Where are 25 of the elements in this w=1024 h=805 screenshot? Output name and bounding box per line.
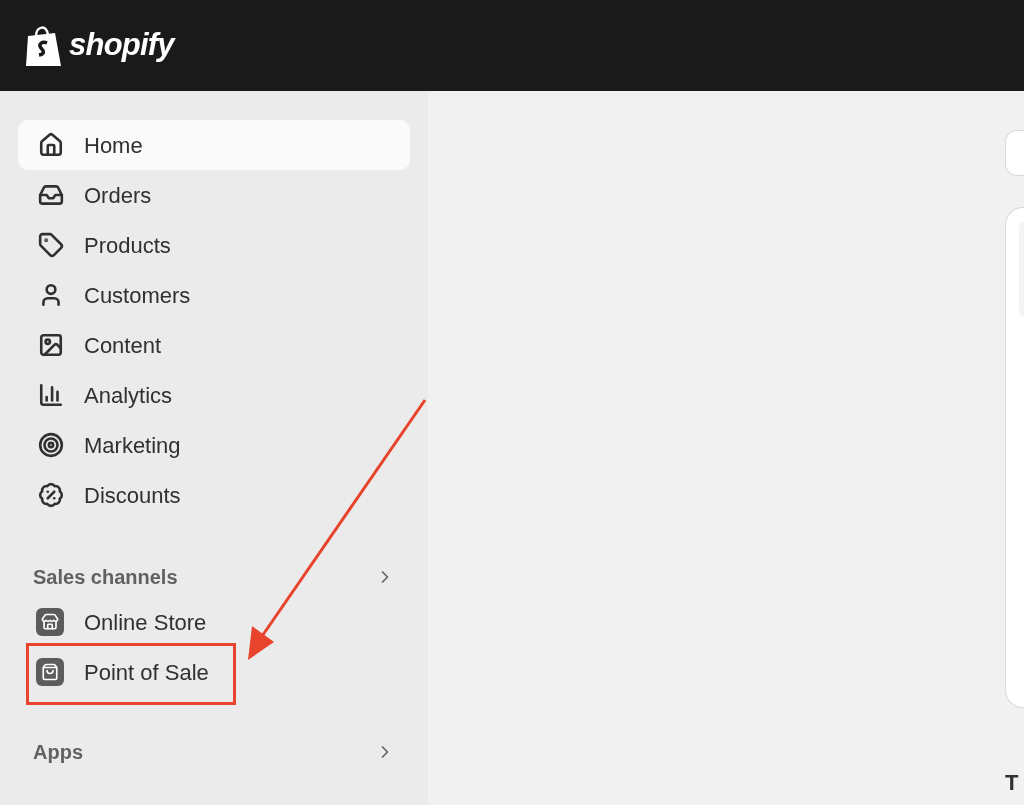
nav-item[interactable]: Orders: [18, 170, 410, 220]
image-icon: [38, 332, 64, 358]
shopping-bag-logo-icon: [25, 23, 63, 68]
tag-icon: [38, 232, 64, 258]
nav-item[interactable]: Analytics: [18, 370, 410, 420]
nav-item[interactable]: Customers: [18, 270, 410, 320]
nav-item[interactable]: Point of Sale: [18, 652, 227, 692]
home-icon: [38, 132, 64, 158]
nav-item[interactable]: Discounts: [18, 470, 410, 520]
nav-item[interactable]: Products: [18, 220, 410, 270]
section-title: Sales channels: [33, 565, 178, 590]
nav-item[interactable]: Online Store: [18, 602, 225, 642]
nav-item[interactable]: Content: [18, 320, 410, 370]
logo-text: shopify: [69, 26, 174, 65]
nav-item[interactable]: Home: [18, 120, 410, 170]
inbox-icon: [38, 182, 64, 208]
nav-item[interactable]: Marketing: [18, 420, 410, 470]
store-icon: [36, 608, 64, 636]
percent-badge-icon: [38, 482, 64, 508]
heading: T: [1005, 769, 1020, 797]
section-title: Apps: [33, 740, 83, 765]
bar-chart-icon: [38, 382, 64, 408]
target-icon: [38, 432, 64, 458]
shopping-bag-icon: [36, 658, 64, 686]
top-card: [1005, 130, 1024, 176]
